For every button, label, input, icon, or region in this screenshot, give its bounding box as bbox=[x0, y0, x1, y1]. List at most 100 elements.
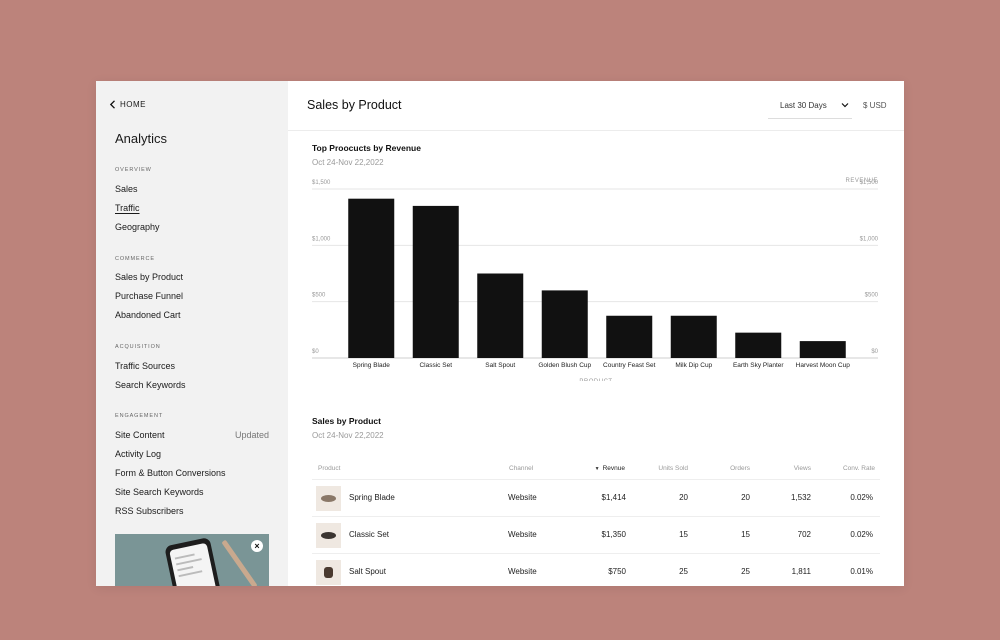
col-conv-rate[interactable]: Conv. Rate bbox=[822, 465, 875, 472]
bar-harvest-moon-cup bbox=[799, 341, 846, 358]
cell-conv: 0.01% bbox=[850, 567, 873, 576]
bar-golden-blush-cup bbox=[541, 290, 588, 358]
cell-units: 25 bbox=[679, 567, 688, 576]
main-content: Sales by Product Last 30 Days $ USD Top … bbox=[288, 81, 904, 586]
bar-milk-dip-cup bbox=[670, 315, 717, 358]
cell-conv: 0.02% bbox=[850, 493, 873, 502]
y-axis-label: REVENUE bbox=[845, 178, 878, 184]
cell-units: 20 bbox=[679, 493, 688, 502]
sidebar-item-form-button-conversions[interactable]: Form & Button Conversions bbox=[115, 468, 269, 478]
bar-classic-set bbox=[412, 205, 459, 358]
col-channel[interactable]: Channel bbox=[509, 465, 533, 472]
currency-label: $ USD bbox=[863, 101, 887, 110]
bar-salt-spout bbox=[477, 273, 524, 358]
cell-channel: Website bbox=[508, 530, 537, 539]
promo-card[interactable]: × bbox=[115, 534, 269, 586]
updated-badge: Updated bbox=[234, 430, 269, 440]
y-tick-label-left: $1,000 bbox=[312, 236, 331, 242]
table-date-range: Oct 24-Nov 22,2022 bbox=[312, 431, 384, 440]
table-row[interactable]: Spring Blade Website $1,414 20 20 1,532 … bbox=[312, 480, 880, 517]
page-title: Sales by Product bbox=[307, 98, 402, 112]
sidebar-item-sales[interactable]: Sales bbox=[115, 184, 269, 194]
sort-down-icon: ▼ bbox=[594, 466, 600, 472]
home-label: HOME bbox=[120, 100, 146, 109]
cell-revenue: $750 bbox=[608, 567, 626, 576]
cell-product: Classic Set bbox=[349, 530, 390, 539]
sidebar-item-sales-by-product[interactable]: Sales by Product bbox=[115, 272, 269, 282]
x-tick-label: Salt Spout bbox=[485, 362, 515, 369]
y-tick-label-left: $500 bbox=[312, 293, 326, 299]
y-tick-label-right: $0 bbox=[871, 349, 878, 355]
col-product[interactable]: Product bbox=[318, 465, 340, 472]
col-orders[interactable]: Orders bbox=[712, 465, 750, 472]
product-thumbnail bbox=[316, 523, 341, 548]
y-tick-label-left: $1,500 bbox=[312, 180, 331, 186]
x-tick-label: Harvest Moon Cup bbox=[796, 362, 851, 369]
group-heading-engagement: ENGAGEMENT bbox=[115, 413, 164, 419]
cell-views: 702 bbox=[797, 530, 811, 539]
cell-channel: Website bbox=[508, 567, 537, 576]
cell-orders: 15 bbox=[741, 530, 750, 539]
x-tick-label: Country Feast Set bbox=[603, 362, 656, 369]
chart-date-range: Oct 24-Nov 22,2022 bbox=[312, 158, 384, 167]
sidebar-item-rss-subscribers[interactable]: RSS Subscribers bbox=[115, 506, 269, 516]
sidebar-item-purchase-funnel[interactable]: Purchase Funnel bbox=[115, 291, 269, 301]
sidebar-item-search-keywords[interactable]: Search Keywords bbox=[115, 380, 269, 390]
revenue-bar-chart: $0 $0$500 $500$1,000 $1,000$1,500 $1,500REVE… bbox=[312, 178, 879, 381]
table-header: Product Channel ▼ Revnue Units Sold Order… bbox=[312, 462, 880, 480]
sidebar-item-site-content[interactable]: Site Content Updated bbox=[115, 430, 269, 440]
x-tick-label: Golden Blush Cup bbox=[538, 362, 591, 369]
product-thumbnail bbox=[316, 560, 341, 585]
x-axis-label: PRODUCT bbox=[579, 379, 612, 381]
cell-units: 15 bbox=[679, 530, 688, 539]
cell-views: 1,532 bbox=[790, 493, 811, 502]
table-row[interactable]: Salt Spout Website $750 25 25 1,811 0.01… bbox=[312, 554, 880, 586]
y-tick-label-right: $1,000 bbox=[860, 236, 879, 242]
close-icon[interactable]: × bbox=[251, 540, 263, 552]
sidebar-title: Analytics bbox=[115, 131, 168, 146]
group-heading-commerce: COMMERCE bbox=[115, 256, 155, 262]
sidebar-item-site-search-keywords[interactable]: Site Search Keywords bbox=[115, 487, 269, 497]
cell-conv: 0.02% bbox=[850, 530, 873, 539]
group-heading-acquisition: ACQUISITION bbox=[115, 344, 161, 350]
sidebar-item-geography[interactable]: Geography bbox=[115, 222, 269, 232]
cell-revenue: $1,350 bbox=[601, 530, 626, 539]
x-tick-label: Milk Dip Cup bbox=[675, 362, 712, 369]
x-tick-label: Spring Blade bbox=[353, 362, 391, 369]
cell-orders: 25 bbox=[741, 567, 750, 576]
cell-channel: Website bbox=[508, 493, 537, 502]
table-row[interactable]: Classic Set Website $1,350 15 15 702 0.0… bbox=[312, 517, 880, 554]
sidebar-item-abandoned-cart[interactable]: Abandoned Cart bbox=[115, 310, 269, 320]
bar-spring-blade bbox=[348, 198, 395, 358]
cell-views: 1,811 bbox=[791, 567, 811, 576]
analytics-window: HOME Analytics OVERVIEW Sales Traffic Ge… bbox=[96, 81, 904, 586]
chevron-left-icon bbox=[109, 100, 115, 109]
table-title: Sales by Product bbox=[312, 416, 381, 426]
x-tick-label: Classic Set bbox=[419, 362, 452, 369]
x-tick-label: Earth Sky Planter bbox=[733, 362, 784, 369]
col-revenue[interactable]: ▼ Revnue bbox=[582, 465, 625, 472]
home-link[interactable]: HOME bbox=[109, 100, 146, 109]
date-range-select[interactable]: Last 30 Days bbox=[768, 92, 852, 119]
y-tick-label-left: $0 bbox=[312, 349, 319, 355]
product-thumbnail bbox=[316, 486, 341, 511]
cell-product: Salt Spout bbox=[349, 567, 386, 576]
cell-orders: 20 bbox=[741, 493, 750, 502]
chevron-down-icon bbox=[841, 103, 849, 108]
topbar: Sales by Product Last 30 Days $ USD bbox=[288, 81, 904, 131]
cell-product: Spring Blade bbox=[349, 493, 395, 502]
sidebar-item-traffic-sources[interactable]: Traffic Sources bbox=[115, 361, 269, 371]
col-views[interactable]: Views bbox=[772, 465, 811, 472]
cell-revenue: $1,414 bbox=[601, 493, 626, 502]
date-range-value: Last 30 Days bbox=[780, 100, 827, 110]
col-units-sold[interactable]: Units Sold bbox=[642, 465, 688, 472]
chart-title: Top Proocucts by Revenue bbox=[312, 143, 421, 153]
sidebar-item-activity-log[interactable]: Activity Log bbox=[115, 449, 269, 459]
y-tick-label-right: $500 bbox=[865, 293, 879, 299]
group-heading-overview: OVERVIEW bbox=[115, 167, 152, 173]
phone-illustration bbox=[164, 536, 224, 586]
bar-earth-sky-planter bbox=[735, 332, 782, 358]
sidebar: HOME Analytics OVERVIEW Sales Traffic Ge… bbox=[96, 81, 288, 586]
sidebar-item-traffic[interactable]: Traffic bbox=[115, 203, 269, 213]
bar-country-feast-set bbox=[606, 315, 653, 358]
